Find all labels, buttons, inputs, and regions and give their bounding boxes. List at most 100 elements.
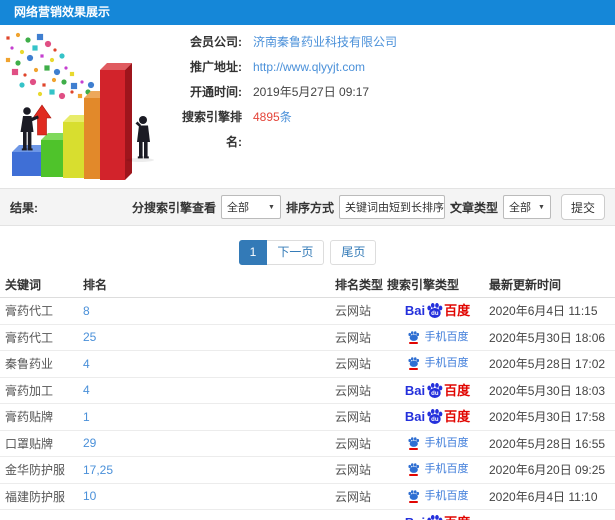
update-time-cell: 2020年5月30日 17:58 [489,410,606,425]
info-row-url: 推广地址: http://www.qlyyjt.com [170,55,490,80]
baidu-mobile-paw-icon [407,490,420,503]
rank-cell[interactable]: 17,25 [83,463,335,477]
rank-type-cell: 云网站 [335,410,372,425]
engine-type-cell: 手机百度 [387,490,488,503]
confetti-dots [5,32,95,100]
baidu-pc-logo: Bai du 百度 [405,408,470,425]
baidu-pc-logo: Bai du 百度 [405,514,470,520]
info-row-open-time: 开通时间: 2019年5月27日 09:17 [170,80,490,105]
baidu-mobile-text: 手机百度 [424,463,469,476]
company-link[interactable]: 济南秦鲁药业科技有限公司 [253,30,397,55]
results-table: 关键词 排名 排名类型 搜索引擎类型 最新更新时间 膏药代工 8 云网站 Bai… [0,272,615,520]
baidu-mobile-logo: 手机百度 [407,490,469,503]
table-row: Bai du 百度 [0,510,615,520]
baidu-mobile-paw-icon [407,437,420,450]
rank-type-cell: 云网站 [335,330,372,345]
article-type-label: 文章类型 [449,200,498,215]
sort-select-value: 关键词由短到长排序 [344,202,444,214]
update-time-cell: 2020年5月28日 17:02 [489,357,606,372]
chevron-down-icon: ▼ [268,203,275,211]
rank-cell[interactable]: 25 [83,330,335,344]
filter-bar: 结果: 分搜索引擎查看 全部 ▼ 排序方式 关键词由短到长排序 ▼ 文章类型 全… [0,188,615,226]
engine-type-cell: Bai du 百度 [387,408,488,425]
col-header-engine-type: 搜索引擎类型 [387,278,460,292]
baidu-bai-text: Bai [405,516,425,520]
engine-select-value: 全部 [226,202,249,214]
baidu-mobile-text: 手机百度 [424,489,469,502]
next-page-button[interactable]: 下一页 [267,240,325,265]
baidu-bai-text: Bai [404,382,426,398]
engine-filter-label: 分搜索引擎查看 [131,200,216,215]
col-header-rank: 排名 [83,278,108,292]
promo-url-link[interactable]: http://www.qlyyjt.com [253,55,365,80]
marketing-report-page: 网络营销效果展示 会员公司: 济南秦鲁药业科技有限公司 推广地址: http:/… [0,0,615,520]
col-header-rank-type: 排名类型 [335,278,384,292]
baidu-mobile-underline [408,368,418,371]
submit-button[interactable]: 提交 [560,194,605,220]
baidu-cn-text: 百度 [444,516,470,520]
table-row: 秦鲁药业 4 云网站 手机百度 2020年5月28日 17:02 [0,351,615,378]
baidu-pc-logo: Bai du 百度 [405,382,470,399]
article-type-select[interactable]: 全部 ▼ [502,195,551,219]
col-header-update-time: 最新更新时间 [489,278,562,292]
col-header-keyword: 关键词 [5,278,42,292]
result-label: 结果: [10,200,38,215]
baidu-mobile-text: 手机百度 [424,357,469,370]
businessman-right-icon [135,116,150,159]
baidu-bai-text: Bai [404,303,426,319]
last-page-button[interactable]: 尾页 [330,240,377,265]
info-row-company: 会员公司: 济南秦鲁药业科技有限公司 [170,30,490,55]
baidu-cn-text: 百度 [444,382,471,398]
promo-url-label: 推广地址: [190,60,242,74]
svg-text:du: du [431,311,439,317]
open-time-label: 开通时间: [190,85,242,99]
rank-cell[interactable]: 10 [83,489,335,503]
baidu-cn-text: 百度 [444,409,471,425]
baidu-mobile-paw-icon [407,463,420,477]
engine-select[interactable]: 全部 ▼ [220,195,281,219]
rank-cell[interactable]: 1 [83,410,335,424]
engine-type-cell: 手机百度 [387,463,488,477]
rank-cell[interactable]: 4 [83,383,335,397]
engine-type-cell: Bai du 百度 [387,302,488,319]
member-info: 会员公司: 济南秦鲁药业科技有限公司 推广地址: http://www.qlyy… [170,30,490,149]
baidu-paw-icon: du [426,302,443,319]
baidu-mobile-underline [408,474,418,477]
keyword-cell: 福建防护服 [5,489,66,504]
chevron-down-icon: ▼ [538,203,545,211]
page-title: 网络营销效果展示 [0,0,615,25]
engine-type-cell: 手机百度 [387,437,488,450]
table-header-row: 关键词 排名 排名类型 搜索引擎类型 最新更新时间 [0,272,615,298]
keyword-cell: 膏药代工 [5,330,54,345]
engine-type-cell: Bai du 百度 [387,382,488,399]
keyword-cell: 金华防护服 [5,463,66,478]
baidu-mobile-underline [408,500,418,503]
baidu-bai-text: Bai [404,409,426,425]
sort-select[interactable]: 关键词由短到长排序 ▼ [338,195,457,219]
baidu-paw-icon: du [426,382,443,399]
baidu-mobile-logo: 手机百度 [407,437,469,450]
keyword-cell: 口罩贴牌 [5,436,54,451]
baidu-paw-icon: du [426,408,443,425]
update-time-cell: 2020年5月28日 16:55 [489,436,606,451]
baidu-pc-logo: Bai du 百度 [405,302,470,319]
baidu-mobile-underline [408,447,418,450]
baidu-mobile-paw-icon [407,331,420,344]
page-1-button[interactable]: 1 [238,240,268,265]
rank-count-value: 4895条 [253,110,292,124]
baidu-mobile-text: 手机百度 [424,436,469,449]
table-row: 膏药贴牌 1 云网站 Bai du 百度 2020年5月30日 17:58 [0,404,615,431]
filter-controls: 分搜索引擎查看 全部 ▼ 排序方式 关键词由短到长排序 ▼ 文章类型 全部 ▼ … [127,194,605,220]
baidu-mobile-underline [408,341,418,344]
rank-count-label: 搜索引擎排名: [181,110,242,149]
sort-label: 排序方式 [285,200,334,215]
rank-cell[interactable]: 29 [83,436,335,450]
svg-text:du: du [431,417,439,423]
keyword-cell: 膏药贴牌 [5,410,54,425]
baidu-mobile-logo: 手机百度 [407,463,469,477]
update-time-cell: 2020年6月20日 09:25 [489,463,606,478]
engine-type-cell: 手机百度 [387,357,488,371]
rank-cell[interactable]: 4 [83,357,335,371]
baidu-mobile-paw-icon [407,357,420,371]
rank-cell[interactable]: 8 [83,304,335,318]
